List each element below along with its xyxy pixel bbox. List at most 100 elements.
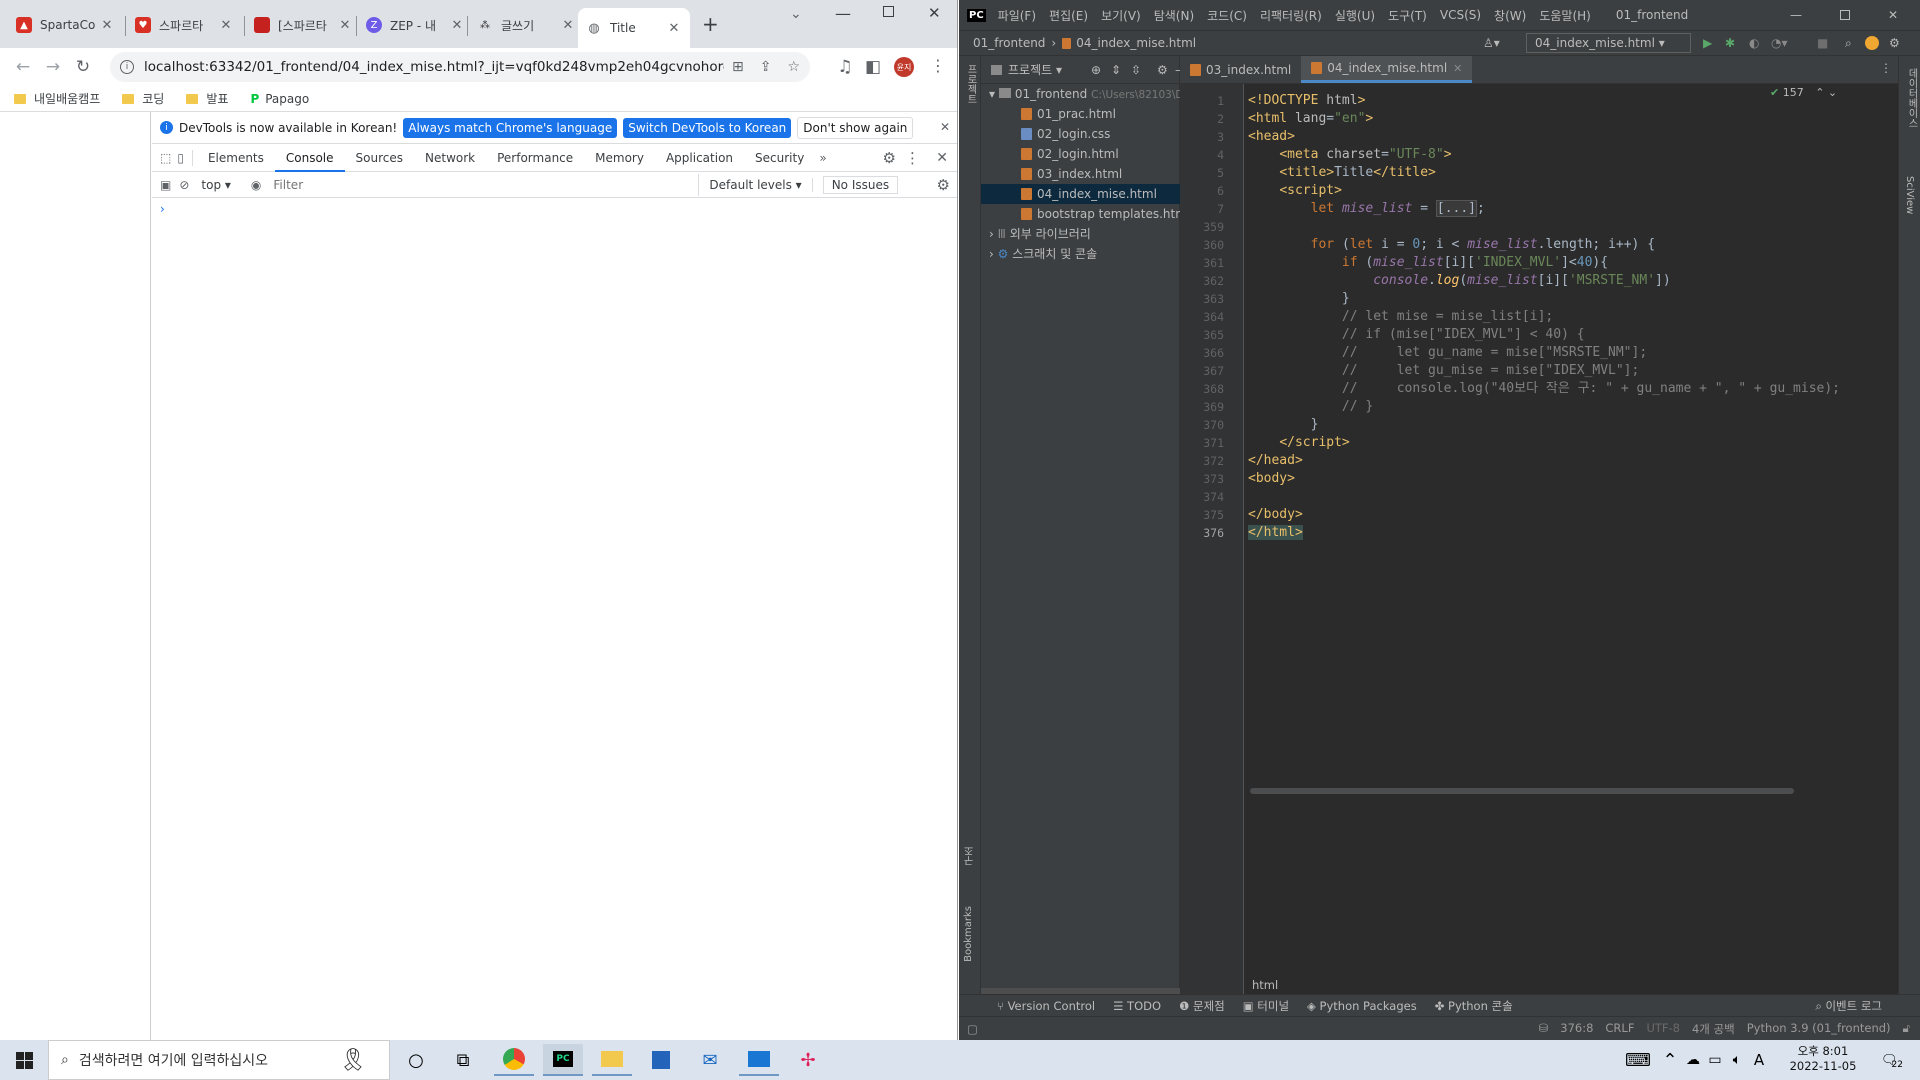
menu-run[interactable]: 실행(U)	[1335, 7, 1375, 24]
code-area[interactable]: <!DOCTYPE html> <html lang="en"> <head> <m…	[1180, 84, 1898, 994]
tree-external-libraries[interactable]: › Ⅲ 외부 라이브러리	[981, 224, 1180, 244]
bookmark-folder[interactable]: 내일배움캠프	[14, 90, 100, 107]
console-prompt[interactable]: ›	[152, 198, 957, 228]
inspect-element-icon[interactable]: ⬚	[160, 151, 171, 165]
tab-spartacodingclub[interactable]: ▲ SpartaCo ✕	[8, 8, 123, 42]
slack-icon[interactable]: ✢	[788, 1044, 828, 1076]
reload-icon[interactable]: ↻	[68, 52, 98, 82]
sidebar-toggle-icon[interactable]: ▣	[160, 178, 171, 192]
sciview-toolwindow-button[interactable]: SciView	[1904, 176, 1915, 214]
tree-scratches[interactable]: › ⚙ 스크래치 및 콘솔	[981, 244, 1180, 264]
keyboard-icon[interactable]: ⌨	[1618, 1044, 1658, 1076]
tree-root-folder[interactable]: ▾ 01_frontend C:\Users\82103\Des	[981, 84, 1195, 104]
close-tab-icon[interactable]: ✕	[449, 18, 465, 33]
bookmark-folder[interactable]: 코딩	[122, 90, 164, 107]
coverage-icon[interactable]: ◐	[1749, 36, 1759, 50]
menu-file[interactable]: 파일(F)	[998, 7, 1036, 24]
update-icon[interactable]	[1865, 36, 1879, 50]
bookmarks-toolwindow-button[interactable]: Bookmarks	[963, 906, 974, 962]
translate-icon[interactable]: ⊞	[732, 59, 744, 75]
structure-toolwindow-button[interactable]: 구조	[963, 846, 978, 866]
python-packages-button[interactable]: ◈ Python Packages	[1307, 999, 1417, 1013]
forward-icon[interactable]: →	[38, 52, 68, 82]
menu-window[interactable]: 창(W)	[1494, 7, 1526, 24]
tree-file[interactable]: 02_login.css	[981, 124, 1180, 144]
bookmark-papago[interactable]: P Papago	[250, 92, 309, 106]
clear-console-icon[interactable]: ⊘	[179, 178, 189, 192]
expand-icon[interactable]: ▢	[967, 1022, 978, 1036]
nav-project[interactable]: 01_frontend	[973, 36, 1045, 50]
close-window-icon[interactable]: ✕	[1888, 8, 1898, 22]
bookmark-star-icon[interactable]: ☆	[787, 59, 800, 75]
tree-file[interactable]: bootstrap templates.html	[981, 204, 1190, 224]
database-toolwindow-button[interactable]: 데이터베이스	[1904, 68, 1919, 128]
more-tabs-icon[interactable]: »	[819, 151, 826, 165]
tab-sources[interactable]: Sources	[345, 144, 414, 172]
address-bar[interactable]: i localhost:63342/01_frontend/04_index_m…	[110, 52, 810, 82]
profile-avatar[interactable]: 윤지	[894, 57, 914, 77]
side-panel-icon[interactable]: ◧	[858, 52, 888, 82]
back-icon[interactable]: ←	[8, 52, 38, 82]
tree-file[interactable]: 03_index.html	[981, 164, 1180, 184]
media-icon[interactable]: ♫	[830, 52, 860, 82]
editor-tab[interactable]: 03_index.html	[1180, 56, 1301, 83]
close-tab-icon[interactable]: ✕	[1453, 62, 1462, 75]
console-filter-input[interactable]	[269, 173, 700, 196]
editor-horizontal-scrollbar[interactable]	[1250, 788, 1794, 794]
close-tab-icon[interactable]: ✕	[337, 18, 353, 33]
tab-write[interactable]: ⁂ 글쓰기 ✕	[469, 8, 584, 42]
live-expression-eye-icon[interactable]: ◉	[251, 178, 261, 192]
tab-security[interactable]: Security	[744, 144, 815, 172]
line-separator[interactable]: CRLF	[1605, 1021, 1634, 1037]
log-levels-dropdown[interactable]: Default levels ▾	[709, 177, 813, 192]
collapse-all-icon[interactable]: ⇳	[1131, 63, 1141, 77]
tab-network[interactable]: Network	[414, 144, 486, 172]
menu-refactor[interactable]: 리팩터링(R)	[1260, 7, 1322, 24]
taskbar-search[interactable]: ⌕ 검색하려면 여기에 입력하십시오 🎗︎	[48, 1040, 390, 1080]
indent-setting[interactable]: 4개 공백	[1692, 1021, 1735, 1037]
console-settings-gear-icon[interactable]: ⚙	[937, 176, 950, 194]
tab-title-active[interactable]: ◍ Title ✕	[578, 8, 690, 48]
device-toolbar-icon[interactable]: ▯	[177, 151, 184, 165]
settings-gear-icon[interactable]: ⚙	[1889, 36, 1900, 50]
caret-position[interactable]: 376:8	[1560, 1021, 1593, 1037]
settings-gear-icon[interactable]: ⚙	[883, 149, 896, 167]
tree-file-selected[interactable]: 04_index_mise.html	[981, 184, 1180, 204]
menu-tools[interactable]: 도구(T)	[1388, 7, 1427, 24]
locate-icon[interactable]: ⊕	[1091, 63, 1101, 77]
maximize-icon[interactable]	[883, 6, 894, 17]
tab-search-chevron-icon[interactable]: ⌄	[790, 6, 802, 22]
todo-button[interactable]: ☰ TODO	[1113, 999, 1161, 1013]
minimize-icon[interactable]: —	[835, 4, 851, 23]
clock[interactable]: 오후 8:01 2022-11-05	[1788, 1043, 1858, 1073]
run-config-selector[interactable]: 04_index_mise.html ▾	[1526, 33, 1691, 53]
settings-gear-icon[interactable]: ⚙	[1157, 63, 1168, 77]
network-icon[interactable]: ▭	[1704, 1044, 1726, 1076]
issues-button[interactable]: No Issues	[822, 175, 899, 194]
menu-navigate[interactable]: 탐색(N)	[1154, 7, 1194, 24]
menu-view[interactable]: 보기(V)	[1101, 7, 1141, 24]
editor-menu-icon[interactable]: ⋮	[1880, 61, 1892, 75]
close-devtools-icon[interactable]: ✕	[936, 150, 948, 166]
menu-vcs[interactable]: VCS(S)	[1440, 8, 1481, 22]
snip-icon[interactable]	[739, 1044, 779, 1076]
bookmark-folder[interactable]: 발표	[186, 90, 228, 107]
dont-show-again-button[interactable]: Don't show again	[797, 116, 914, 139]
minimize-icon[interactable]: —	[1790, 8, 1802, 22]
code-line[interactable]: </html>	[1248, 522, 1303, 544]
debug-icon[interactable]: ✱	[1725, 36, 1735, 50]
task-view-icon[interactable]: ⧉	[443, 1044, 483, 1076]
tray-expand-icon[interactable]: ⌃	[1658, 1044, 1682, 1076]
problems-button[interactable]: ❶ 문제점	[1179, 998, 1225, 1014]
menu-edit[interactable]: 편집(E)	[1049, 7, 1088, 24]
project-view-selector[interactable]: 프로젝트 ▾	[1008, 61, 1062, 78]
chrome-app-icon[interactable]	[494, 1044, 534, 1076]
close-tab-icon[interactable]: ✕	[218, 18, 234, 33]
version-control-button[interactable]: ⑂ Version Control	[997, 999, 1095, 1013]
close-tab-icon[interactable]: ✕	[666, 21, 682, 36]
profile-run-icon[interactable]: ◔▾	[1771, 36, 1788, 50]
new-tab-icon[interactable]: +	[702, 12, 719, 36]
volume-icon[interactable]: 🔈︎	[1726, 1044, 1748, 1076]
info-icon[interactable]: i	[120, 60, 134, 74]
share-icon[interactable]: ⇪	[760, 59, 772, 75]
